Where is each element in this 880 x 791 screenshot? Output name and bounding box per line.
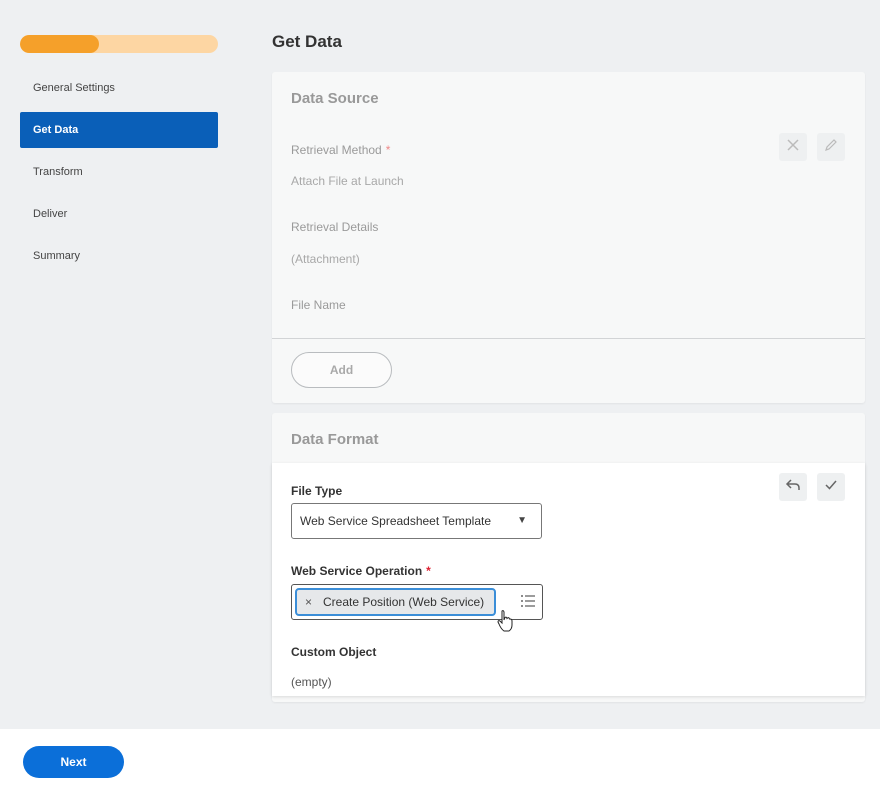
pill-label: Create Position (Web Service)	[323, 595, 485, 609]
divider	[272, 338, 865, 339]
step-transform[interactable]: Transform	[20, 154, 218, 190]
cancel-button[interactable]	[779, 473, 807, 501]
file-name-label: File Name	[291, 298, 346, 312]
step-deliver[interactable]: Deliver	[20, 196, 218, 232]
data-format-form: File Type Web Service Spreadsheet Templa…	[272, 463, 865, 696]
file-type-value: Web Service Spreadsheet Template	[300, 514, 491, 528]
step-get-data[interactable]: Get Data	[20, 112, 218, 148]
custom-object-value: (empty)	[291, 675, 332, 689]
hand-cursor-icon	[497, 610, 513, 637]
required-mark: *	[426, 564, 431, 578]
progress-bar	[20, 35, 218, 53]
add-button[interactable]: Add	[291, 352, 392, 388]
retrieval-method-value: Attach File at Launch	[291, 174, 404, 188]
file-type-select[interactable]: Web Service Spreadsheet Template ▼	[291, 503, 542, 539]
data-format-card: Data Format File Type Web Service Spread…	[272, 413, 865, 702]
data-source-card: Data Source Retrieval Method * Attach Fil…	[272, 72, 865, 403]
required-mark: *	[385, 143, 391, 157]
save-button[interactable]	[817, 473, 845, 501]
pencil-icon	[824, 138, 838, 157]
close-icon	[786, 138, 800, 157]
clear-button[interactable]	[779, 133, 807, 161]
footer-bar: Next	[0, 729, 880, 791]
retrieval-details-label: Retrieval Details	[291, 220, 379, 234]
remove-icon[interactable]: ×	[305, 590, 312, 614]
check-icon	[824, 478, 838, 497]
list-icon[interactable]	[520, 594, 536, 613]
step-summary[interactable]: Summary	[20, 238, 218, 274]
data-format-title: Data Format	[291, 431, 379, 448]
file-type-label: File Type	[291, 484, 343, 498]
retrieval-method-label: Retrieval Method *	[291, 143, 391, 157]
retrieval-details-value: (Attachment)	[291, 252, 360, 266]
custom-object-label: Custom Object	[291, 645, 377, 659]
next-button[interactable]: Next	[23, 746, 124, 778]
page-title: Get Data	[272, 32, 342, 51]
step-general-settings[interactable]: General Settings	[20, 70, 218, 106]
progress-bar-fill	[20, 35, 100, 53]
data-source-title: Data Source	[291, 90, 379, 107]
step-list: General Settings Get Data Transform Deli…	[20, 70, 218, 280]
caret-down-icon: ▼	[517, 515, 527, 526]
selected-pill[interactable]: × Create Position (Web Service)	[295, 588, 496, 616]
web-service-operation-label: Web Service Operation *	[291, 564, 431, 578]
undo-icon	[785, 478, 801, 497]
edit-button[interactable]	[817, 133, 845, 161]
